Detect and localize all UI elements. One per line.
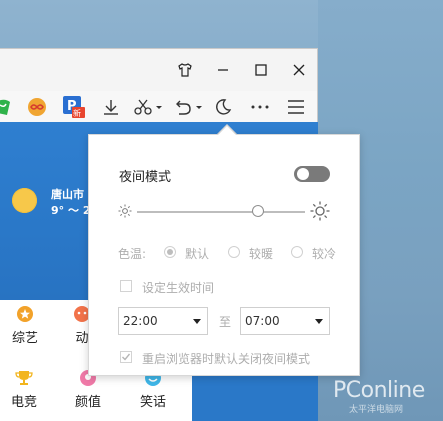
end-time-select[interactable]: 07:00 <box>240 307 330 335</box>
radio-default-label: 默认 <box>185 247 210 261</box>
undo-icon <box>176 100 202 115</box>
watermark-brand: PConline <box>333 378 425 403</box>
pocket-extension-button[interactable]: P 新 <box>62 95 86 119</box>
download-icon <box>104 100 118 115</box>
skin-button[interactable] <box>174 59 196 81</box>
schedule-label: 设定生效时间 <box>142 281 215 295</box>
check-icon <box>122 353 131 361</box>
restart-checkbox[interactable] <box>120 351 132 363</box>
app-item-esports[interactable]: 电竞 <box>8 368 40 410</box>
close-icon <box>293 64 305 76</box>
brightness-slider-thumb[interactable] <box>251 205 264 217</box>
brightness-low-icon <box>118 204 132 218</box>
radio-default[interactable] <box>164 246 176 258</box>
weather-temperature: 9° ～ 2 <box>51 204 91 217</box>
more-button[interactable] <box>249 95 271 119</box>
schedule-checkbox[interactable] <box>120 280 132 292</box>
moon-icon <box>216 99 232 115</box>
app-item-variety[interactable]: 综艺 <box>9 304 41 346</box>
extension-green-icon <box>0 99 10 115</box>
start-time-select[interactable]: 22:00 <box>118 307 208 335</box>
start-time-value: 22:00 <box>123 314 158 328</box>
undo-button[interactable] <box>172 95 204 119</box>
shirt-icon <box>178 63 192 77</box>
more-dots-icon <box>251 105 269 109</box>
radio-warmer[interactable] <box>228 246 240 258</box>
night-mode-popup: 夜间模式 色温: 默认 较暖 较冷 设定生效时间 22:00 至 07:00 重… <box>88 134 360 376</box>
app-label: 电竞 <box>10 395 37 410</box>
p-new-icon: P 新 <box>63 96 85 118</box>
title-bar <box>0 49 317 91</box>
popup-arrow-fill <box>218 126 236 135</box>
scissors-icon <box>134 99 162 115</box>
weather-city[interactable]: 唐山市 <box>51 186 84 202</box>
popup-title: 夜间模式 <box>119 170 172 185</box>
menu-button[interactable] <box>285 95 307 119</box>
brightness-high-icon <box>310 201 330 221</box>
screenshot-button[interactable] <box>133 95 163 119</box>
sunny-weather-icon <box>12 188 37 213</box>
infinity-icon <box>28 98 46 116</box>
radio-warmer-label: 较暖 <box>249 247 274 261</box>
star-icon <box>15 304 35 324</box>
svg-text:新: 新 <box>73 108 81 118</box>
extension-button[interactable] <box>0 95 12 119</box>
radio-cooler-label: 较冷 <box>312 247 337 261</box>
toolbar: P 新 <box>0 91 317 123</box>
hamburger-icon <box>288 100 304 114</box>
app-label: 动 <box>75 331 89 346</box>
toggle-knob <box>297 168 309 180</box>
restart-label: 重启浏览器时默认关闭夜间模式 <box>142 352 311 366</box>
app-label: 综艺 <box>11 331 38 346</box>
end-time-value: 07:00 <box>245 314 280 328</box>
maximize-button[interactable] <box>250 59 272 81</box>
chevron-down-icon <box>315 319 323 324</box>
minimize-icon <box>218 69 228 71</box>
brightness-slider-track[interactable] <box>137 211 305 213</box>
color-temp-label: 色温: <box>118 247 147 261</box>
maximize-icon <box>255 64 267 76</box>
infinity-extension-button[interactable] <box>26 95 48 119</box>
app-label: 笑话 <box>139 395 166 410</box>
night-mode-button[interactable] <box>212 95 234 119</box>
close-button[interactable] <box>288 59 310 81</box>
watermark-sub: 太平洋电脑网 <box>349 405 404 415</box>
chevron-down-icon <box>193 319 201 324</box>
trophy-icon <box>14 368 34 388</box>
radio-cooler[interactable] <box>291 246 303 258</box>
minimize-button[interactable] <box>212 59 234 81</box>
app-label: 颜值 <box>74 395 101 410</box>
night-mode-toggle[interactable] <box>294 166 330 182</box>
download-button[interactable] <box>101 95 121 119</box>
radio-selected-dot <box>167 249 173 255</box>
to-label: 至 <box>219 315 232 329</box>
